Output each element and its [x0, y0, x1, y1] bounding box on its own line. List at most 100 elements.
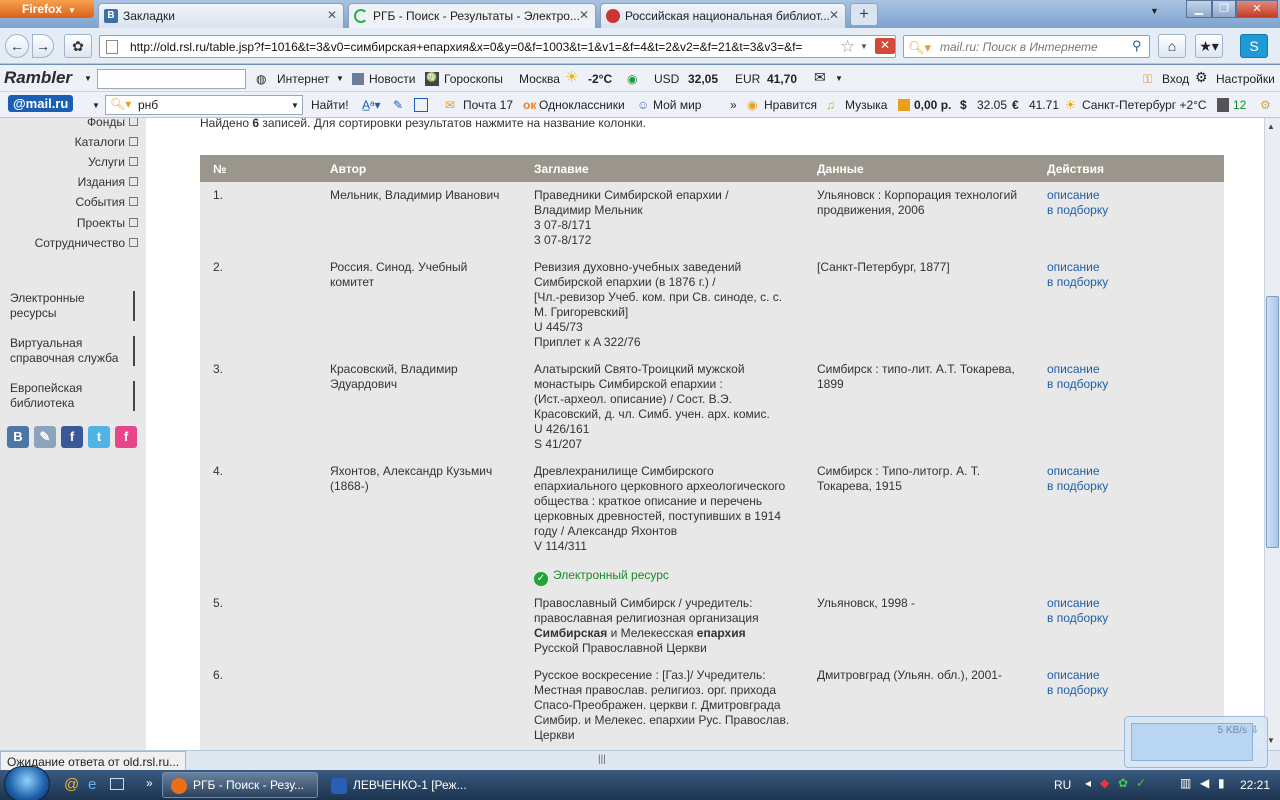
minimize-button[interactable]: ▁ — [1186, 0, 1212, 18]
sidebar-link-virtual-reference[interactable]: Виртуальная справочная служба — [10, 336, 135, 366]
wallet-balance[interactable]: 0,00 р. — [914, 98, 951, 112]
scroll-down-icon[interactable]: ▼ — [1267, 736, 1275, 745]
vertical-scrollbar[interactable]: ▲ ▼ — [1264, 118, 1280, 750]
description-link[interactable]: описание — [1047, 188, 1167, 203]
description-link[interactable]: описание — [1047, 668, 1167, 683]
description-link[interactable]: описание — [1047, 260, 1167, 275]
sidebar-item-editions[interactable]: Издания — [78, 175, 138, 189]
mail-agent-icon[interactable]: @ — [64, 776, 79, 793]
sidebar-item-services[interactable]: Услуги — [88, 155, 138, 169]
electronic-resource-link[interactable]: ✓ Электронный ресурс — [534, 568, 804, 586]
mail-envelope-icon[interactable]: ✉ — [814, 69, 826, 86]
mailru-ok-link[interactable]: Одноклассники — [539, 98, 625, 112]
add-to-collection-link[interactable]: в подборку — [1047, 479, 1167, 494]
tab-nlr[interactable]: Российская национальная библиот... ✕ — [600, 3, 846, 28]
bookmarks-menu-button[interactable]: ★▾ — [1195, 34, 1223, 58]
mailru-mail-link[interactable]: Почта 17 — [463, 98, 513, 112]
maximize-button[interactable]: ❐ — [1212, 0, 1236, 18]
column-number[interactable]: № — [213, 162, 226, 176]
rambler-logo[interactable]: Rambler — [4, 68, 72, 88]
clock[interactable]: 22:21 — [1240, 778, 1270, 792]
rambler-settings-link[interactable]: Настройки — [1216, 72, 1275, 86]
language-indicator[interactable]: RU — [1054, 778, 1071, 792]
scroll-thumb[interactable] — [1266, 296, 1279, 548]
internet-explorer-icon[interactable]: e — [88, 776, 96, 793]
weather-city[interactable]: Москва — [519, 72, 560, 86]
network-icon[interactable]: ▥ — [1180, 776, 1191, 790]
show-desktop-icon[interactable] — [110, 778, 124, 790]
mail-dropdown-icon[interactable]: ▼ — [835, 74, 843, 83]
volume-icon[interactable]: ◀ — [1200, 776, 1209, 790]
addon-icon[interactable]: ✿ — [64, 34, 92, 58]
sidebar-item-cooperation[interactable]: Сотрудничество — [35, 236, 138, 250]
sidebar-item-events[interactable]: События — [75, 195, 138, 209]
facebook-icon[interactable]: f — [61, 426, 83, 448]
security-icon[interactable]: ✓ — [1136, 776, 1146, 790]
column-title[interactable]: Заглавие — [534, 162, 589, 176]
home-button[interactable]: ⌂ — [1158, 34, 1186, 58]
tab-rsl-search[interactable]: РГБ - Поиск - Результаты - Электро... ✕ — [348, 3, 596, 29]
rambler-horoscopes-link[interactable]: Гороскопы — [444, 72, 503, 86]
rambler-search-input[interactable] — [97, 69, 246, 89]
rambler-internet-link[interactable]: Интернет — [277, 72, 329, 86]
close-tab-icon[interactable]: ✕ — [327, 8, 337, 22]
start-button[interactable] — [4, 766, 50, 800]
weather-spb[interactable]: Санкт-Петербург +2°C — [1082, 98, 1207, 112]
internet-dropdown-icon[interactable]: ▼ — [336, 74, 344, 83]
settings-gear-icon[interactable]: ⚙ — [1195, 69, 1208, 86]
quicklaunch-overflow-icon[interactable]: » — [146, 776, 153, 790]
description-link[interactable]: описание — [1047, 464, 1167, 479]
tab-bookmarks[interactable]: В Закладки ✕ — [98, 3, 344, 28]
page-search-icon[interactable] — [414, 98, 428, 112]
search-go-icon[interactable]: ⚲ — [1132, 38, 1142, 54]
tab-list-icon[interactable]: ▼ — [1150, 6, 1159, 16]
sidebar-link-electronic-resources[interactable]: Электронные ресурсы — [10, 291, 135, 321]
mailru-search-engine-icon[interactable]: 🔍︎▾ — [908, 40, 931, 56]
mailru-menu-dropdown-icon[interactable]: ▼ — [92, 101, 100, 110]
mailru-search-input[interactable]: рнб — [105, 95, 303, 115]
mailru-logo[interactable]: @mail.ru — [8, 95, 74, 112]
description-link[interactable]: описание — [1047, 362, 1167, 377]
scroll-up-icon[interactable]: ▲ — [1267, 122, 1275, 131]
mailru-find-button[interactable]: Найти! — [311, 98, 349, 112]
rambler-news-link[interactable]: Новости — [369, 72, 415, 86]
icq-icon[interactable]: ✿ — [1118, 776, 1128, 790]
close-tab-icon[interactable]: ✕ — [829, 8, 839, 22]
sidebar-item-projects[interactable]: Проекты — [77, 216, 138, 230]
mailru-myworld-link[interactable]: Мой мир — [653, 98, 701, 112]
add-to-collection-link[interactable]: в подборку — [1047, 611, 1167, 626]
url-history-dropdown-icon[interactable]: ▼ — [860, 42, 868, 51]
sidebar-item-funds[interactable]: Фонды — [87, 118, 138, 129]
livejournal-icon[interactable]: ✎ — [34, 426, 56, 448]
web-search-input[interactable]: mail.ru: Поиск в Интернете — [903, 35, 1150, 58]
tray-overflow-icon[interactable]: ◂ — [1085, 776, 1091, 790]
firefox-menu-button[interactable]: Firefox ▼ — [0, 0, 94, 18]
marker-icon[interactable]: ✎ — [393, 98, 403, 112]
tray-app-icon[interactable]: ◆ — [1100, 776, 1109, 790]
add-to-collection-link[interactable]: в подборку — [1047, 275, 1167, 290]
add-to-collection-link[interactable]: в подборку — [1047, 203, 1167, 218]
stop-button[interactable]: ✕ — [875, 38, 895, 54]
toolbar-overflow-button[interactable]: » — [730, 98, 737, 112]
sidebar-link-european-library[interactable]: Европейская библиотека — [10, 381, 135, 411]
vkontakte-icon[interactable]: В — [7, 426, 29, 448]
rambler-login-link[interactable]: Вход — [1162, 72, 1189, 86]
column-data[interactable]: Данные — [817, 162, 864, 176]
highlight-text-icon[interactable]: A̲ᵃ▾ — [362, 98, 381, 112]
new-tab-button[interactable]: + — [850, 3, 878, 26]
traffic-icon[interactable]: ◉ — [627, 72, 637, 86]
column-author[interactable]: Автор — [330, 162, 366, 176]
power-icon[interactable]: ▮ — [1218, 776, 1225, 790]
sidebar-item-catalogs[interactable]: Каталоги — [75, 135, 138, 149]
url-bar[interactable]: http://old.rsl.ru/table.jsp?f=1016&t=3&v… — [99, 35, 896, 58]
mailru-likes-link[interactable]: Нравится — [764, 98, 817, 112]
description-link[interactable]: описание — [1047, 596, 1167, 611]
rambler-menu-dropdown-icon[interactable]: ▼ — [84, 74, 92, 83]
back-button[interactable]: ← — [5, 34, 29, 58]
forward-button[interactable]: → — [32, 34, 54, 58]
skype-icon[interactable]: S — [1240, 34, 1268, 58]
taskbar-word[interactable]: ЛЕВЧЕНКО-1 [Реж... — [322, 772, 478, 798]
mailru-music-link[interactable]: Музыка — [845, 98, 887, 112]
bookmark-star-icon[interactable]: ☆ — [840, 37, 855, 57]
close-window-button[interactable]: ✕ — [1236, 0, 1278, 18]
